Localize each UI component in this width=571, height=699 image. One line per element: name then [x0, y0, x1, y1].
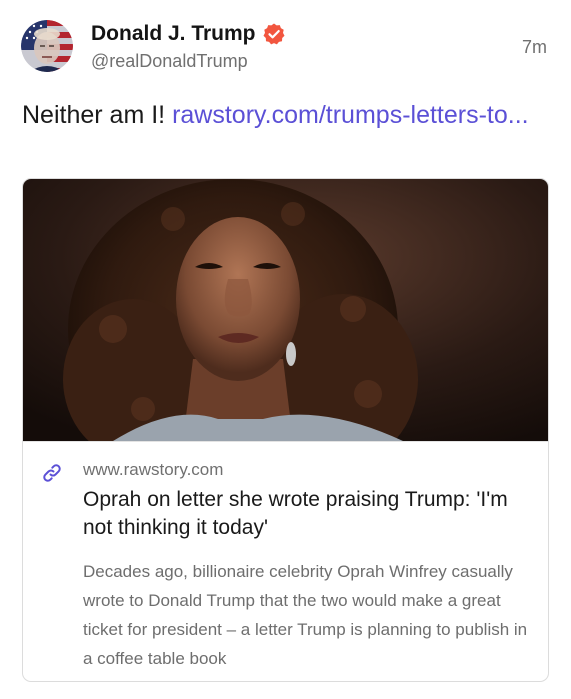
card-description: Decades ago, billionaire celebrity Oprah…: [83, 562, 528, 668]
author-display-name: Donald J. Trump: [91, 22, 256, 45]
link-icon: [43, 464, 61, 482]
card-title: Oprah on letter she wrote praising Trump…: [83, 488, 508, 539]
post-text: Neither am I! rawstory.com/trumps-letter…: [22, 98, 552, 133]
post-timestamp[interactable]: 7m: [522, 37, 547, 58]
post-text-body: Neither am I!: [22, 101, 173, 129]
card-domain: www.rawstory.com: [83, 460, 224, 479]
link-preview-card[interactable]: www.rawstory.com Oprah on letter she wro…: [22, 178, 549, 682]
post-link[interactable]: rawstory.com/trumps-letters-to...: [172, 101, 529, 129]
author-handle[interactable]: @realDonaldTrump: [91, 51, 248, 72]
card-body: www.rawstory.com Oprah on letter she wro…: [23, 441, 548, 681]
verified-badge-icon: [263, 23, 285, 45]
article-photo: [23, 179, 548, 441]
avatar-image: [21, 20, 73, 72]
truth-social-post: Donald J. Trump @realDonaldTrump 7m Neit…: [0, 0, 571, 699]
author-name[interactable]: Donald J. Trump: [91, 22, 286, 46]
avatar[interactable]: [21, 20, 73, 72]
